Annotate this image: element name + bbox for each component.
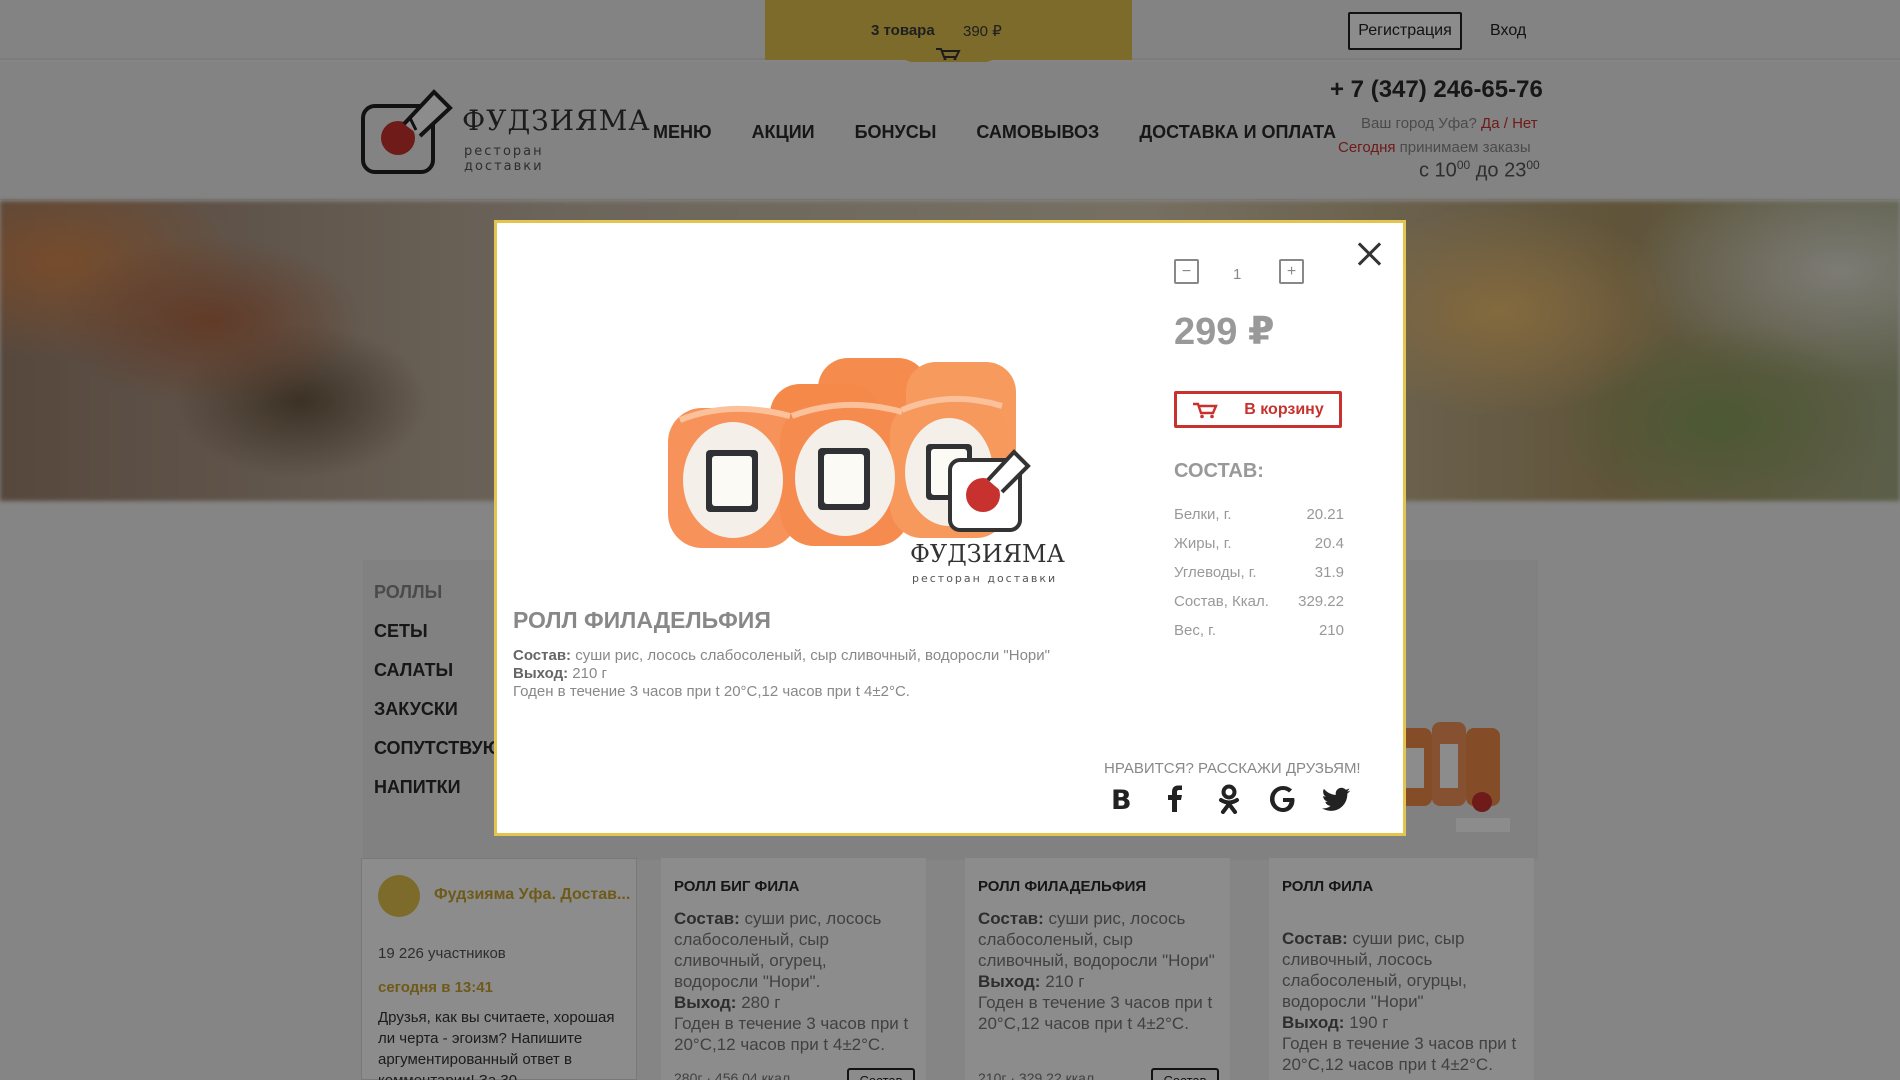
modal-product-description: Состав: суши рис, лосось слабосоленый, с… — [513, 647, 1073, 701]
modal-product-title: РОЛЛ ФИЛАДЕЛЬФИЯ — [513, 607, 771, 633]
composition-title: СОСТАВ: — [1174, 460, 1264, 482]
nutrition-value: 20.4 — [1314, 535, 1344, 552]
modal-shelf-life: Годен в течение 3 часов при t 20°С,12 ча… — [513, 683, 910, 700]
quantity-decrease-button[interactable]: − — [1174, 259, 1199, 284]
vk-icon[interactable]: B — [1106, 784, 1136, 814]
nutrition-row: Состав, Ккал. 329.22 — [1174, 593, 1344, 622]
product-price: 299 ₽ — [1174, 311, 1275, 353]
facebook-icon[interactable] — [1160, 784, 1190, 814]
add-to-cart-button[interactable]: В корзину — [1174, 391, 1342, 428]
nutrition-value: 210 — [1318, 622, 1344, 639]
quantity-increase-button[interactable]: + — [1279, 259, 1304, 284]
svg-text:B: B — [1111, 785, 1132, 814]
nutrition-row: Вес, г. 210 — [1174, 622, 1344, 651]
close-icon[interactable] — [1355, 238, 1385, 268]
twitter-icon[interactable] — [1322, 784, 1352, 814]
image-logo-title: ФУДЗИЯМА — [910, 540, 1065, 568]
nutrition-label: Жиры, г. — [1174, 535, 1232, 552]
modal-composition-label: Состав: — [513, 647, 572, 664]
nutrition-label: Углеводы, г. — [1174, 564, 1257, 581]
nutrition-row: Углеводы, г. 31.9 — [1174, 564, 1344, 593]
odnoklassniki-icon[interactable] — [1214, 784, 1244, 814]
product-image: ФУДЗИЯМА ресторан доставки — [668, 358, 1065, 585]
modal-composition-text: суши рис, лосось слабосоленый, сыр сливо… — [575, 647, 1050, 664]
share-buttons: B — [1106, 784, 1352, 814]
nutrition-value: 329.22 — [1298, 593, 1344, 610]
nutrition-value: 31.9 — [1314, 564, 1344, 581]
nutrition-label: Белки, г. — [1174, 506, 1232, 523]
share-title: НРАВИТСЯ? РАССКАЖИ ДРУЗЬЯМ! — [1104, 760, 1361, 777]
nutrition-label: Состав, Ккал. — [1174, 593, 1269, 610]
add-to-cart-label: В корзину — [1244, 400, 1324, 418]
nutrition-table: Белки, г. 20.21 Жиры, г. 20.4 Углеводы, … — [1174, 506, 1344, 651]
nutrition-row: Жиры, г. 20.4 — [1174, 535, 1344, 564]
image-logo-subtitle: ресторан доставки — [912, 572, 1057, 585]
modal-output-label: Выход: — [513, 665, 569, 682]
cart-icon — [1193, 402, 1219, 418]
nutrition-row: Белки, г. 20.21 — [1174, 506, 1344, 535]
modal-output-text: 210 г — [572, 665, 607, 682]
quantity-value: 1 — [1233, 266, 1242, 283]
nutrition-label: Вес, г. — [1174, 622, 1216, 639]
google-icon[interactable] — [1268, 784, 1298, 814]
nutrition-value: 20.21 — [1306, 506, 1344, 523]
